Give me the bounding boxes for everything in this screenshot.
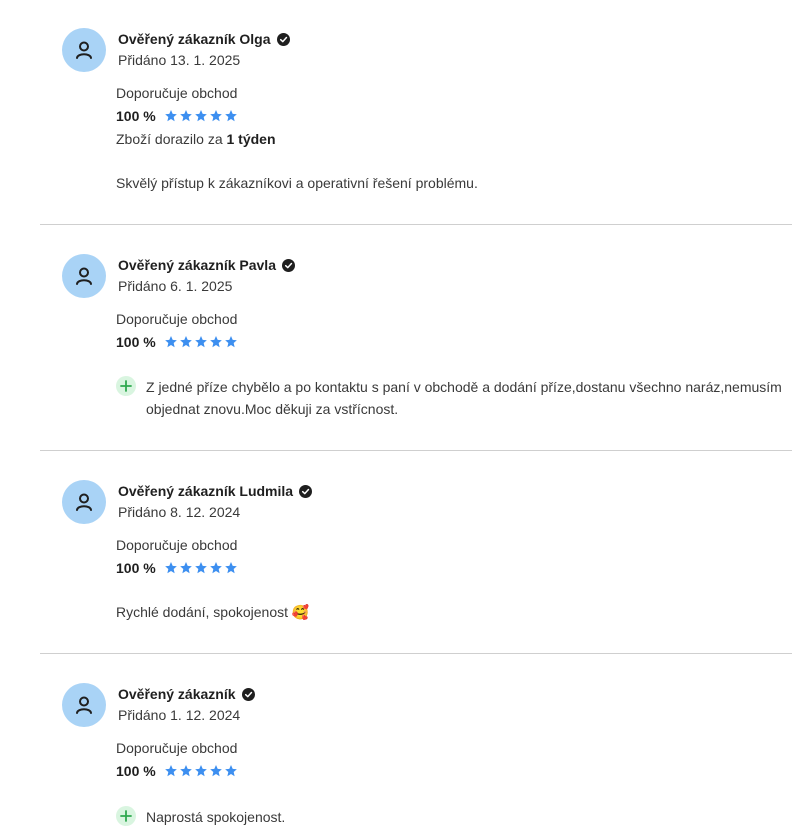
- user-icon: [76, 41, 92, 59]
- delivery-info: Zboží dorazilo za 1 týden: [116, 131, 276, 147]
- review-card: Ověřený zákazník Olga Přidáno 13. 1. 202…: [0, 28, 792, 208]
- avatar: [62, 683, 106, 727]
- user-icon: [76, 493, 92, 511]
- avatar: [62, 480, 106, 524]
- star-icon: [164, 765, 177, 777]
- review-pro: Z jedné příze chybělo a po kontaktu s pa…: [116, 376, 786, 420]
- verified-check-icon: [241, 687, 255, 701]
- star-icon: [194, 765, 207, 777]
- star-icon: [179, 765, 192, 777]
- rating-percent: 100 %: [116, 108, 156, 124]
- user-icon: [76, 696, 92, 714]
- user-icon: [76, 267, 92, 285]
- star-icon: [164, 336, 177, 348]
- rating-percent: 100 %: [116, 560, 156, 576]
- star-icon: [224, 765, 237, 777]
- pro-text: Naprostá spokojenost.: [146, 809, 286, 825]
- rating: 100 %: [116, 108, 238, 124]
- recommend-text: Doporučuje obchod: [116, 740, 238, 756]
- star-icon: [209, 765, 222, 777]
- star-icon: [164, 110, 177, 122]
- rating: 100 %: [116, 763, 238, 779]
- star-rating: [164, 561, 238, 575]
- reviewer-name: Ověřený zákazník Pavla: [118, 257, 295, 273]
- review-card: Ověřený zákazník Pavla Přidáno 6. 1. 202…: [0, 254, 792, 434]
- plus-icon: [116, 806, 136, 826]
- pro-text: Z jedné příze chybělo a po kontaktu s pa…: [146, 379, 782, 417]
- star-rating: [164, 764, 238, 778]
- star-icon: [224, 110, 237, 122]
- review-pro: Naprostá spokojenost.: [116, 806, 786, 828]
- verified-check-icon: [282, 258, 295, 272]
- star-icon: [179, 110, 192, 122]
- avatar: [62, 28, 106, 72]
- verified-check-icon: [299, 484, 313, 498]
- reviewer-name: Ověřený zákazník: [118, 686, 255, 702]
- star-icon: [164, 562, 177, 574]
- star-icon: [209, 110, 222, 122]
- divider: [40, 653, 792, 654]
- star-icon: [194, 336, 207, 348]
- reviewer-name: Ověřený zákazník Ludmila: [118, 483, 313, 499]
- recommend-text: Doporučuje obchod: [116, 85, 238, 101]
- rating: 100 %: [116, 334, 238, 350]
- star-rating: [164, 335, 238, 349]
- recommend-text: Doporučuje obchod: [116, 311, 238, 327]
- review-date: Přidáno 6. 1. 2025: [118, 278, 233, 294]
- rating-percent: 100 %: [116, 334, 156, 350]
- review-comment: Rychlé dodání, spokojenost 🥰: [116, 604, 310, 620]
- star-icon: [209, 336, 222, 348]
- star-icon: [179, 336, 192, 348]
- review-date: Přidáno 8. 12. 2024: [118, 504, 241, 520]
- review-card: Ověřený zákazník Přidáno 1. 12. 2024 Dop…: [0, 683, 792, 833]
- rating: 100 %: [116, 560, 238, 576]
- star-icon: [194, 110, 207, 122]
- review-date: Přidáno 13. 1. 2025: [118, 52, 241, 68]
- star-icon: [224, 562, 237, 574]
- verified-check-icon: [276, 32, 290, 46]
- divider: [40, 224, 792, 225]
- star-icon: [179, 562, 192, 574]
- review-date: Přidáno 1. 12. 2024: [118, 707, 241, 723]
- plus-icon: [116, 376, 136, 396]
- star-icon: [224, 336, 237, 348]
- rating-percent: 100 %: [116, 763, 156, 779]
- star-rating: [164, 109, 238, 123]
- review-card: Ověřený zákazník Ludmila Přidáno 8. 12. …: [0, 480, 792, 640]
- avatar: [62, 254, 106, 298]
- review-comment: Skvělý přístup k zákazníkovi a operativn…: [116, 175, 478, 191]
- star-icon: [209, 562, 222, 574]
- star-icon: [194, 562, 207, 574]
- reviewer-name: Ověřený zákazník Olga: [118, 31, 290, 47]
- recommend-text: Doporučuje obchod: [116, 537, 238, 553]
- divider: [40, 450, 792, 451]
